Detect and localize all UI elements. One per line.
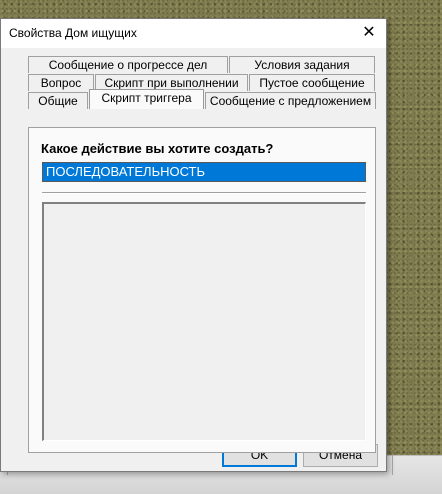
window-title: Свойства Дом ищущих [9,26,137,40]
close-icon[interactable]: ✕ [352,19,386,48]
action-question-label: Какое действие вы хотите создать? [41,141,274,156]
tab-question[interactable]: Вопрос [28,74,94,91]
script-list-area[interactable] [42,202,366,441]
tab-task-conditions[interactable]: Условия задания [229,56,375,73]
taskbar-divider [392,455,393,475]
tab-empty-message[interactable]: Пустое сообщение [249,74,375,91]
tab-progress-message[interactable]: Сообщение о прогрессе дел [28,56,228,73]
tab-offer-message[interactable]: Сообщение с предложением [205,92,376,109]
tab-trigger-script[interactable]: Скрипт триггера [89,89,204,109]
tab-general[interactable]: Общие [28,92,88,109]
trigger-script-panel: Какое действие вы хотите создать? ПОСЛЕД… [28,127,376,453]
separator [42,192,366,194]
properties-dialog: Свойства Дом ищущих ✕ Сообщение о прогре… [0,18,387,472]
title-bar[interactable]: Свойства Дом ищущих ✕ [1,19,386,48]
action-type-select[interactable]: ПОСЛЕДОВАТЕЛЬНОСТЬ [42,162,366,182]
